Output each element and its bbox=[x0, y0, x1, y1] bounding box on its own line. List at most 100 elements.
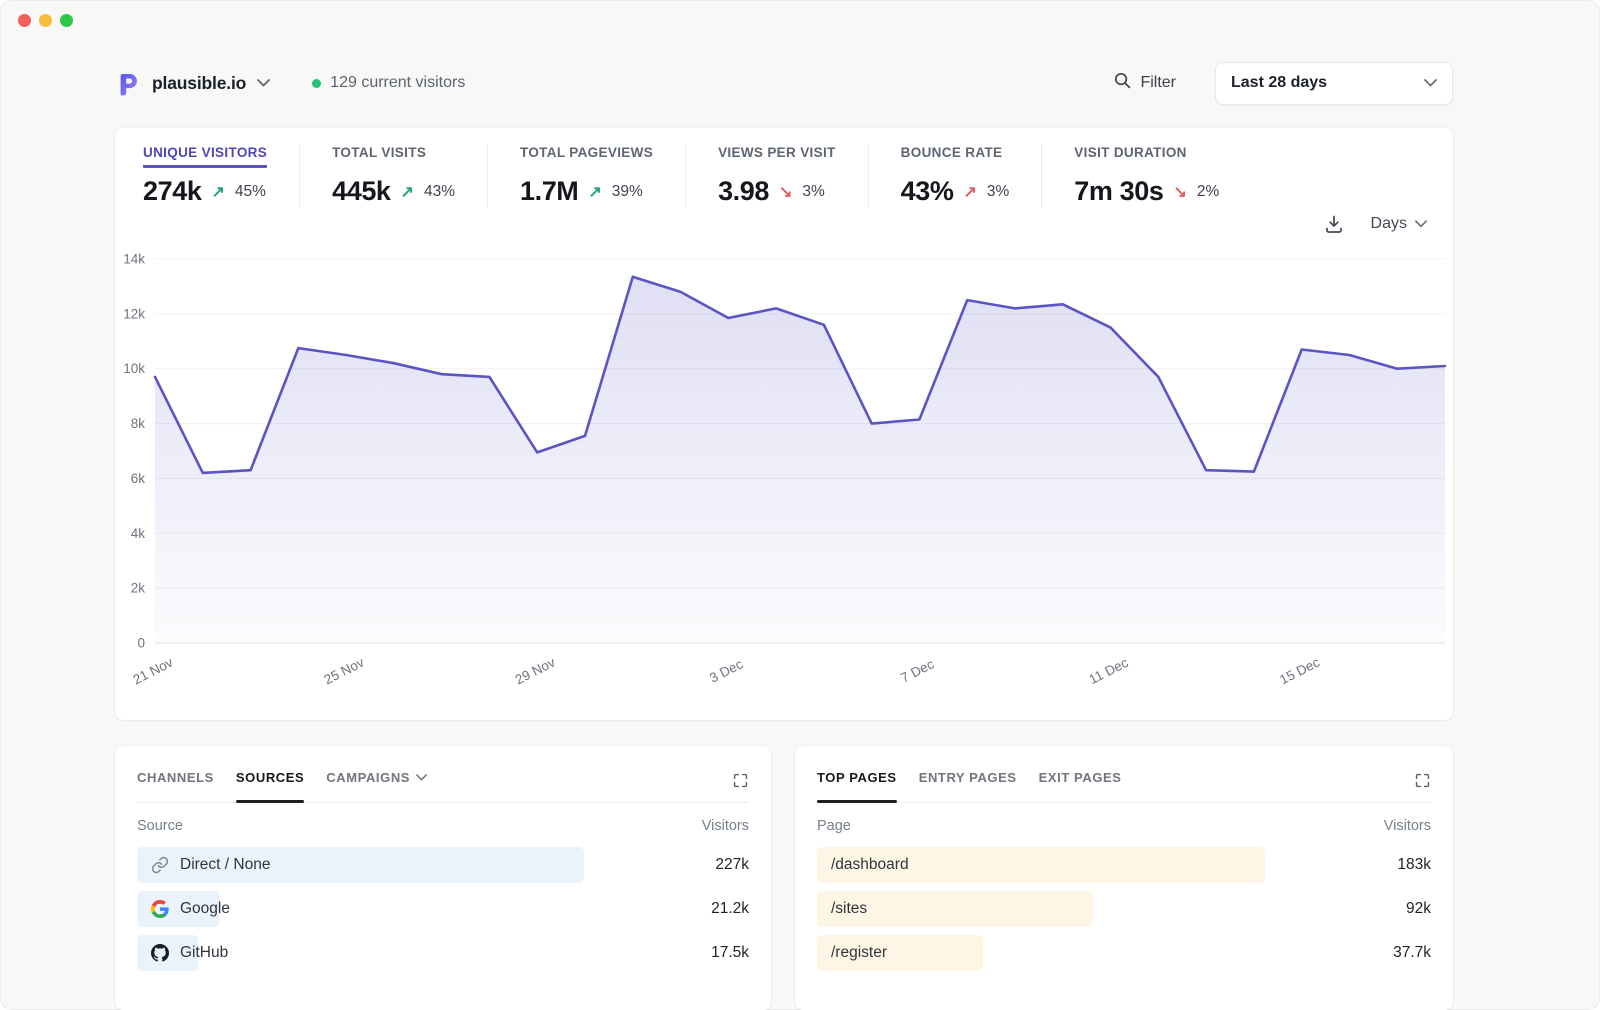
stat-value: 445k bbox=[332, 176, 390, 207]
tab-channels[interactable]: CHANNELS bbox=[137, 770, 214, 802]
svg-text:12k: 12k bbox=[123, 306, 145, 321]
filter-label: Filter bbox=[1140, 74, 1176, 92]
arrow-up-icon: ↗ bbox=[401, 182, 414, 202]
svg-text:15 Dec: 15 Dec bbox=[1277, 654, 1322, 687]
site-chevron-down-icon[interactable] bbox=[257, 79, 270, 87]
sources-tabs-row: CHANNELS SOURCES CAMPAIGNS bbox=[137, 746, 749, 803]
stat-change: 2% bbox=[1197, 183, 1219, 201]
stat-label: BOUNCE RATE bbox=[901, 145, 1003, 168]
arrow-down-icon: ↘ bbox=[779, 182, 792, 202]
svg-text:3 Dec: 3 Dec bbox=[707, 656, 745, 685]
chart-interval-controls: Days bbox=[1324, 214, 1427, 234]
table-row[interactable]: Google 21.2k bbox=[137, 887, 749, 931]
pages-column-headers: Page Visitors bbox=[817, 803, 1431, 843]
tab-top-pages[interactable]: TOP PAGES bbox=[817, 770, 897, 802]
expand-icon[interactable] bbox=[1414, 770, 1431, 789]
stat-label: VISIT DURATION bbox=[1074, 145, 1186, 168]
stat-value: 43% bbox=[901, 176, 954, 207]
filter-button[interactable]: Filter bbox=[1108, 71, 1182, 95]
minimize-window-button[interactable] bbox=[39, 14, 52, 27]
table-row[interactable]: /dashboard 183k bbox=[817, 843, 1431, 887]
stat-value: 7m 30s bbox=[1074, 176, 1163, 207]
stat-views-per-visit[interactable]: VIEWS PER VISIT3.98↘3% bbox=[685, 145, 868, 207]
svg-text:7 Dec: 7 Dec bbox=[898, 656, 936, 685]
stat-change: 45% bbox=[235, 183, 266, 201]
tab-entry-pages[interactable]: ENTRY PAGES bbox=[919, 770, 1017, 802]
close-window-button[interactable] bbox=[18, 14, 31, 27]
visitors-overview-card: UNIQUE VISITORS274k↗45%TOTAL VISITS445k↗… bbox=[115, 128, 1453, 720]
google-icon bbox=[151, 900, 169, 918]
download-icon[interactable] bbox=[1324, 214, 1344, 234]
site-name[interactable]: plausible.io bbox=[152, 73, 246, 94]
table-row[interactable]: GitHub17.5k bbox=[137, 931, 749, 975]
row-label: Direct / None bbox=[180, 856, 270, 874]
plausible-logo-icon bbox=[115, 70, 142, 97]
row-visitors: 37.7k bbox=[1393, 944, 1431, 962]
stat-unique-visitors[interactable]: UNIQUE VISITORS274k↗45% bbox=[143, 145, 299, 207]
stat-visit-duration[interactable]: VISIT DURATION 7m 30s ↘ 2% bbox=[1041, 145, 1251, 207]
date-range-select[interactable]: Last 28 days bbox=[1215, 62, 1453, 105]
search-icon bbox=[1114, 72, 1131, 94]
window-titlebar bbox=[0, 0, 1600, 40]
arrow-down-icon: ↘ bbox=[1173, 182, 1186, 202]
svg-text:14k: 14k bbox=[123, 252, 145, 267]
stat-total-pageviews[interactable]: TOTAL PAGEVIEWS1.7M↗39% bbox=[487, 145, 685, 207]
svg-text:8k: 8k bbox=[131, 416, 146, 431]
stat-label: VIEWS PER VISIT bbox=[718, 145, 836, 168]
column-header-visitors: Visitors bbox=[702, 818, 749, 834]
sources-panel: CHANNELS SOURCES CAMPAIGNS Source Visitors… bbox=[115, 746, 771, 1010]
visitors-area-chart: 02k4k6k8k10k12k14k21 Nov25 Nov29 Nov3 De… bbox=[115, 246, 1453, 716]
column-header-source: Source bbox=[137, 818, 183, 834]
interval-label: Days bbox=[1371, 215, 1407, 233]
stat-change: 39% bbox=[612, 183, 643, 201]
pages-rows: /dashboard 183k/sites92k/register 37.7k bbox=[817, 843, 1431, 975]
table-row[interactable]: /sites92k bbox=[817, 887, 1431, 931]
row-label: /register bbox=[831, 944, 887, 962]
row-label: /dashboard bbox=[831, 856, 909, 874]
github-icon bbox=[151, 944, 169, 962]
row-label: /sites bbox=[831, 900, 867, 918]
svg-text:4k: 4k bbox=[131, 526, 146, 541]
chevron-down-icon bbox=[416, 774, 427, 781]
stat-label: UNIQUE VISITORS bbox=[143, 145, 267, 168]
svg-text:21 Nov: 21 Nov bbox=[130, 654, 175, 687]
svg-text:2k: 2k bbox=[131, 581, 146, 596]
arrow-up-icon: ↗ bbox=[211, 182, 224, 202]
link-icon bbox=[151, 856, 169, 874]
svg-text:6k: 6k bbox=[131, 471, 146, 486]
stat-label: TOTAL VISITS bbox=[332, 145, 426, 168]
sources-rows: Direct / None227k Google 21.2k GitHub17.5k bbox=[137, 843, 749, 975]
tab-campaigns[interactable]: CAMPAIGNS bbox=[326, 770, 427, 802]
row-label: Google bbox=[180, 900, 230, 918]
stat-bounce-rate[interactable]: BOUNCE RATE43%↗3% bbox=[868, 145, 1042, 207]
stat-value: 3.98 bbox=[718, 176, 769, 207]
live-visitors-dot-icon bbox=[312, 79, 321, 88]
column-header-page: Page bbox=[817, 818, 851, 834]
stat-total-visits[interactable]: TOTAL VISITS445k↗43% bbox=[299, 145, 487, 207]
chevron-down-icon bbox=[1415, 215, 1427, 233]
sources-column-headers: Source Visitors bbox=[137, 803, 749, 843]
row-visitors: 183k bbox=[1397, 856, 1431, 874]
svg-text:10k: 10k bbox=[123, 361, 145, 376]
traffic-lights bbox=[18, 14, 73, 27]
dashboard-header: plausible.io 129 current visitors Filter… bbox=[115, 60, 1453, 106]
svg-text:11 Dec: 11 Dec bbox=[1087, 655, 1131, 687]
current-visitors-count[interactable]: 129 current visitors bbox=[330, 74, 465, 92]
svg-text:0: 0 bbox=[137, 636, 145, 651]
row-visitors: 17.5k bbox=[711, 944, 749, 962]
expand-icon[interactable] bbox=[732, 770, 749, 789]
stats-row: UNIQUE VISITORS274k↗45%TOTAL VISITS445k↗… bbox=[143, 145, 1251, 207]
arrow-up-icon: ↗ bbox=[588, 182, 601, 202]
chevron-down-icon bbox=[1424, 79, 1437, 87]
column-header-visitors: Visitors bbox=[1384, 818, 1431, 834]
tab-sources[interactable]: SOURCES bbox=[236, 770, 304, 802]
tab-exit-pages[interactable]: EXIT PAGES bbox=[1039, 770, 1122, 802]
interval-dropdown[interactable]: Days bbox=[1371, 215, 1427, 233]
table-row[interactable]: Direct / None227k bbox=[137, 843, 749, 887]
table-row[interactable]: /register 37.7k bbox=[817, 931, 1431, 975]
zoom-window-button[interactable] bbox=[60, 14, 73, 27]
pages-tabs-row: TOP PAGES ENTRY PAGES EXIT PAGES bbox=[817, 746, 1431, 803]
svg-text:25 Nov: 25 Nov bbox=[322, 654, 367, 687]
sources-tabs: CHANNELS SOURCES CAMPAIGNS bbox=[137, 770, 427, 802]
row-visitors: 21.2k bbox=[711, 900, 749, 918]
